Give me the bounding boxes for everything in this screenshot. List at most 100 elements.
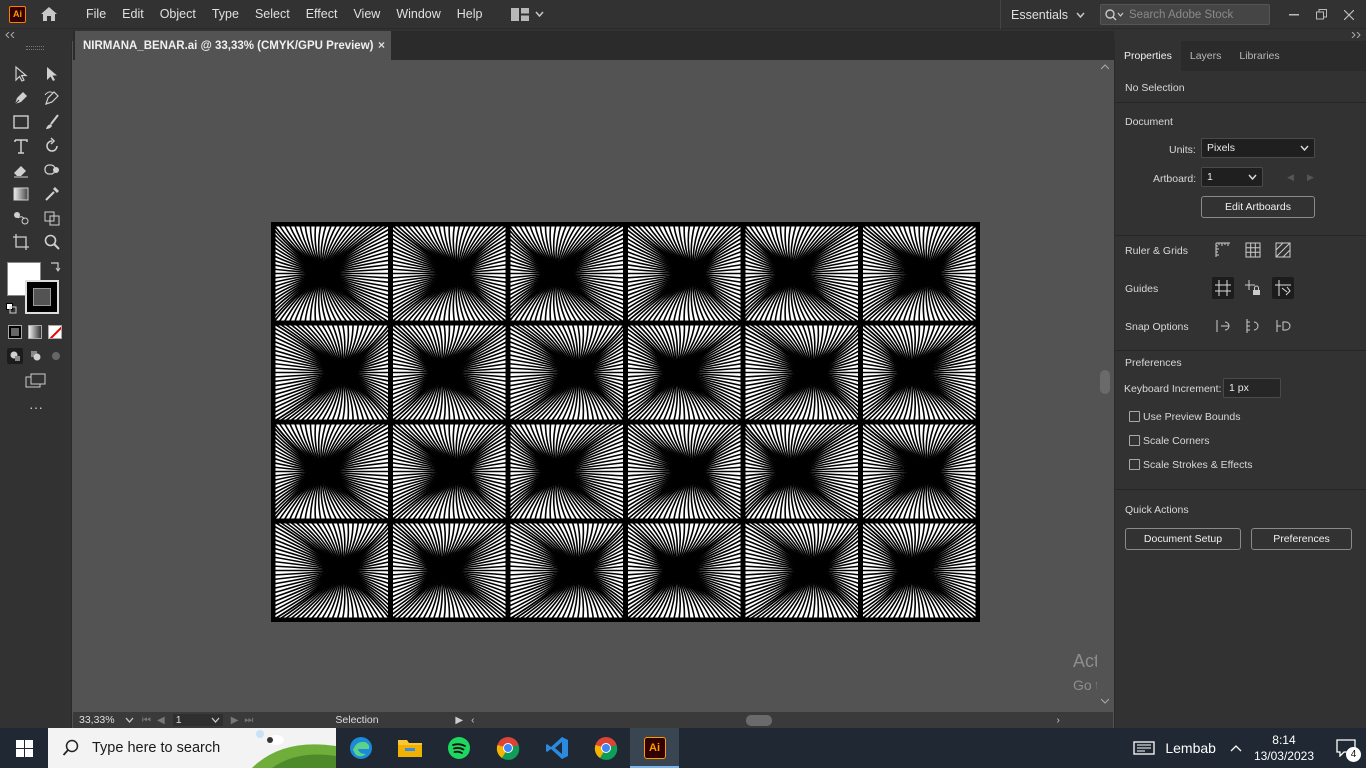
- home-icon[interactable]: [38, 3, 60, 25]
- scroll-up-icon[interactable]: [1101, 64, 1109, 70]
- use-preview-bounds-checkbox[interactable]: [1129, 411, 1140, 422]
- type-tool[interactable]: [9, 135, 33, 157]
- previous-artboard-arrow-icon[interactable]: ◀: [1287, 172, 1294, 183]
- status-menu-icon[interactable]: ▶: [455, 715, 463, 726]
- weather-icon[interactable]: [1133, 740, 1157, 756]
- menu-file[interactable]: File: [78, 0, 114, 29]
- start-button[interactable]: [0, 728, 48, 768]
- paintbrush-tool[interactable]: [40, 111, 64, 133]
- taskbar-vscode[interactable]: [532, 728, 581, 768]
- scroll-left-icon[interactable]: ‹: [471, 715, 474, 726]
- rotate-tool[interactable]: [40, 135, 64, 157]
- notification-center-button[interactable]: 4: [1326, 728, 1366, 768]
- artboard-dropdown[interactable]: 1: [1201, 167, 1263, 187]
- tab-layers[interactable]: Layers: [1181, 41, 1231, 71]
- first-artboard-icon[interactable]: ⏮: [142, 715, 151, 726]
- swap-colors-icon[interactable]: [48, 260, 62, 274]
- tab-libraries[interactable]: Libraries: [1230, 41, 1288, 71]
- transparency-grid-button[interactable]: [1272, 239, 1294, 261]
- direct-selection-tool[interactable]: [40, 63, 64, 85]
- zoom-level-field[interactable]: 33,33%: [79, 714, 134, 726]
- horizontal-scroll-thumb[interactable]: [746, 714, 773, 726]
- keyboard-increment-input[interactable]: 1 px: [1223, 378, 1281, 398]
- smart-guides-button[interactable]: [1272, 277, 1294, 299]
- next-artboard-arrow-icon[interactable]: ▶: [1307, 172, 1314, 183]
- stroke-color-swatch[interactable]: [25, 280, 59, 314]
- lock-guides-button[interactable]: [1242, 277, 1264, 299]
- preferences-button[interactable]: Preferences: [1251, 528, 1352, 550]
- snap-to-grid-button[interactable]: [1242, 315, 1264, 337]
- chevron-up-icon[interactable]: [1230, 744, 1242, 752]
- eraser-tool[interactable]: [9, 159, 33, 181]
- weather-label[interactable]: Lembab: [1165, 740, 1216, 756]
- screen-mode-button[interactable]: [24, 372, 48, 390]
- arrange-documents-button[interactable]: [510, 7, 544, 21]
- taskbar-clock[interactable]: 8:14 13/03/2023: [1254, 732, 1314, 764]
- blend-tool[interactable]: [9, 207, 33, 229]
- close-window-button[interactable]: [1335, 0, 1363, 29]
- draw-behind-button[interactable]: [28, 348, 44, 364]
- search-stock-input[interactable]: Search Adobe Stock: [1100, 4, 1270, 25]
- taskbar-spotify[interactable]: [434, 728, 483, 768]
- units-dropdown[interactable]: Pixels: [1201, 138, 1315, 158]
- draw-normal-button[interactable]: [7, 348, 23, 364]
- show-guides-button[interactable]: [1212, 277, 1234, 299]
- previous-artboard-icon[interactable]: ◀: [157, 715, 165, 726]
- menu-object[interactable]: Object: [152, 0, 204, 29]
- gradient-mode-button[interactable]: [28, 325, 42, 339]
- artboard-number-field[interactable]: 1: [172, 714, 223, 726]
- color-mode-button[interactable]: [8, 325, 22, 339]
- menu-effect[interactable]: Effect: [298, 0, 346, 29]
- menu-edit[interactable]: Edit: [114, 0, 152, 29]
- collapse-left-icon[interactable]: [5, 32, 15, 38]
- document-setup-button[interactable]: Document Setup: [1125, 528, 1241, 550]
- taskbar-chrome-2[interactable]: [581, 728, 630, 768]
- taskbar-chrome[interactable]: [483, 728, 532, 768]
- toolbar-grip[interactable]: [26, 46, 44, 50]
- edit-artboards-button[interactable]: Edit Artboards: [1201, 196, 1315, 218]
- gradient-tool[interactable]: [9, 183, 33, 205]
- shape-builder-tool[interactable]: [40, 207, 64, 229]
- none-mode-button[interactable]: [48, 325, 62, 339]
- canvas-area[interactable]: Activate Windows Go to Settings to activ…: [73, 60, 1097, 712]
- puppet-warp-tool[interactable]: [40, 159, 64, 181]
- taskbar-illustrator[interactable]: Ai: [630, 728, 679, 768]
- default-colors-icon[interactable]: [6, 303, 17, 314]
- scale-corners-checkbox[interactable]: [1129, 435, 1140, 446]
- show-rulers-button[interactable]: [1212, 239, 1234, 261]
- minimize-button[interactable]: [1280, 0, 1308, 29]
- show-grid-button[interactable]: [1242, 239, 1264, 261]
- restore-button[interactable]: [1307, 0, 1335, 29]
- taskbar-edge[interactable]: [336, 728, 385, 768]
- workspace-switcher[interactable]: Essentials: [1000, 0, 1085, 29]
- eyedropper-tool[interactable]: [40, 183, 64, 205]
- curvature-tool[interactable]: [40, 87, 64, 109]
- menu-type[interactable]: Type: [204, 0, 247, 29]
- snap-to-point-button[interactable]: [1212, 315, 1234, 337]
- vertical-scroll-thumb[interactable]: [1100, 370, 1110, 394]
- selection-tool[interactable]: [9, 63, 33, 85]
- zoom-tool[interactable]: [40, 231, 64, 253]
- menu-window[interactable]: Window: [388, 0, 448, 29]
- draw-inside-button[interactable]: [48, 348, 64, 364]
- menu-help[interactable]: Help: [449, 0, 491, 29]
- taskbar-search-box[interactable]: Type here to search: [48, 728, 336, 768]
- scroll-right-icon[interactable]: ›: [1056, 715, 1059, 726]
- close-tab-icon[interactable]: ×: [378, 38, 385, 52]
- tab-properties[interactable]: Properties: [1115, 41, 1181, 71]
- taskbar-file-explorer[interactable]: [385, 728, 434, 768]
- scroll-down-icon[interactable]: [1101, 698, 1109, 704]
- artboard-tool[interactable]: [9, 231, 33, 253]
- next-artboard-icon[interactable]: ▶: [231, 715, 239, 726]
- menu-select[interactable]: Select: [247, 0, 298, 29]
- vertical-scrollbar[interactable]: [1097, 60, 1113, 712]
- artboard[interactable]: [271, 222, 980, 622]
- pen-tool[interactable]: [9, 87, 33, 109]
- edit-toolbar-icon[interactable]: ···: [26, 400, 46, 414]
- last-artboard-icon[interactable]: ⏭: [244, 715, 253, 726]
- scale-strokes-checkbox[interactable]: [1129, 459, 1140, 470]
- snap-to-pixel-button[interactable]: [1272, 315, 1294, 337]
- rectangle-tool[interactable]: [9, 111, 33, 133]
- document-tab[interactable]: NIRMANA_BENAR.ai @ 33,33% (CMYK/GPU Prev…: [75, 31, 391, 60]
- collapse-right-icon[interactable]: [1351, 32, 1361, 38]
